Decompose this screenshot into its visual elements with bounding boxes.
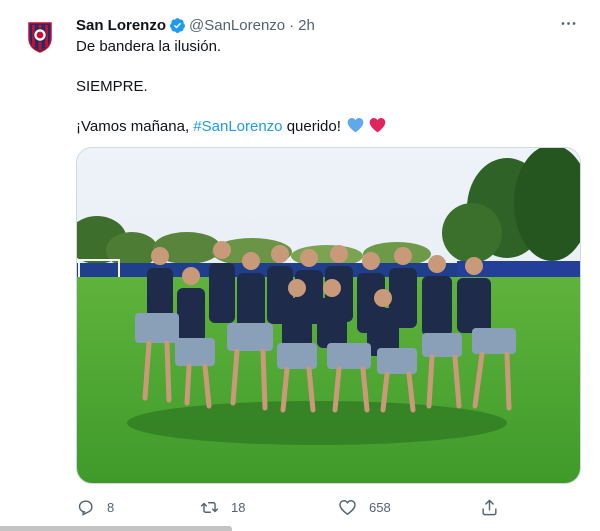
heart-icon: [339, 499, 356, 515]
ellipsis-icon: [561, 22, 575, 25]
reply-icon: [78, 499, 93, 516]
more-options-button[interactable]: [556, 14, 580, 36]
tweet-time[interactable]: 2h: [298, 17, 315, 34]
tweet-line-1: De bandera la ilusión.: [76, 38, 222, 55]
tweet[interactable]: San Lorenzo @SanLorenzo · 2h De bandera …: [0, 0, 600, 531]
tweet-line-2: SIEMPRE.: [76, 78, 148, 95]
horizontal-scrollbar[interactable]: [0, 526, 232, 531]
author-handle[interactable]: @SanLorenzo: [189, 17, 285, 34]
team-photo: [77, 148, 580, 483]
club-crest-icon: [18, 14, 62, 58]
tweet-actions: 8 18 658: [76, 494, 506, 520]
tweet-text: De bandera la ilusión. SIEMPRE. ¡Vamos m…: [76, 37, 576, 137]
separator-dot: ·: [289, 16, 295, 34]
retweet-count: 18: [231, 499, 246, 515]
like-count: 658: [369, 499, 391, 515]
reply-count: 8: [107, 499, 115, 515]
tweet-line-3-prefix: ¡Vamos mañana,: [76, 118, 190, 135]
reply-button[interactable]: 8: [76, 494, 114, 520]
share-icon: [482, 499, 497, 515]
tweet-line-3-suffix: querido!: [286, 118, 341, 135]
verified-badge-icon: [169, 17, 186, 34]
avatar[interactable]: [18, 14, 62, 58]
blue-heart-icon: [347, 118, 364, 133]
author-name[interactable]: San Lorenzo: [76, 17, 166, 34]
tweet-header: San Lorenzo @SanLorenzo · 2h: [76, 14, 580, 36]
retweet-button[interactable]: 18: [200, 494, 245, 520]
share-button[interactable]: [480, 494, 511, 520]
hashtag-link[interactable]: #SanLorenzo: [193, 118, 282, 135]
retweet-icon: [200, 501, 219, 513]
like-button[interactable]: 658: [338, 494, 391, 520]
red-heart-icon: [369, 118, 386, 133]
tweet-line-3: ¡Vamos mañana, #SanLorenzo querido!: [76, 117, 576, 137]
tweet-media-photo[interactable]: [76, 147, 581, 484]
